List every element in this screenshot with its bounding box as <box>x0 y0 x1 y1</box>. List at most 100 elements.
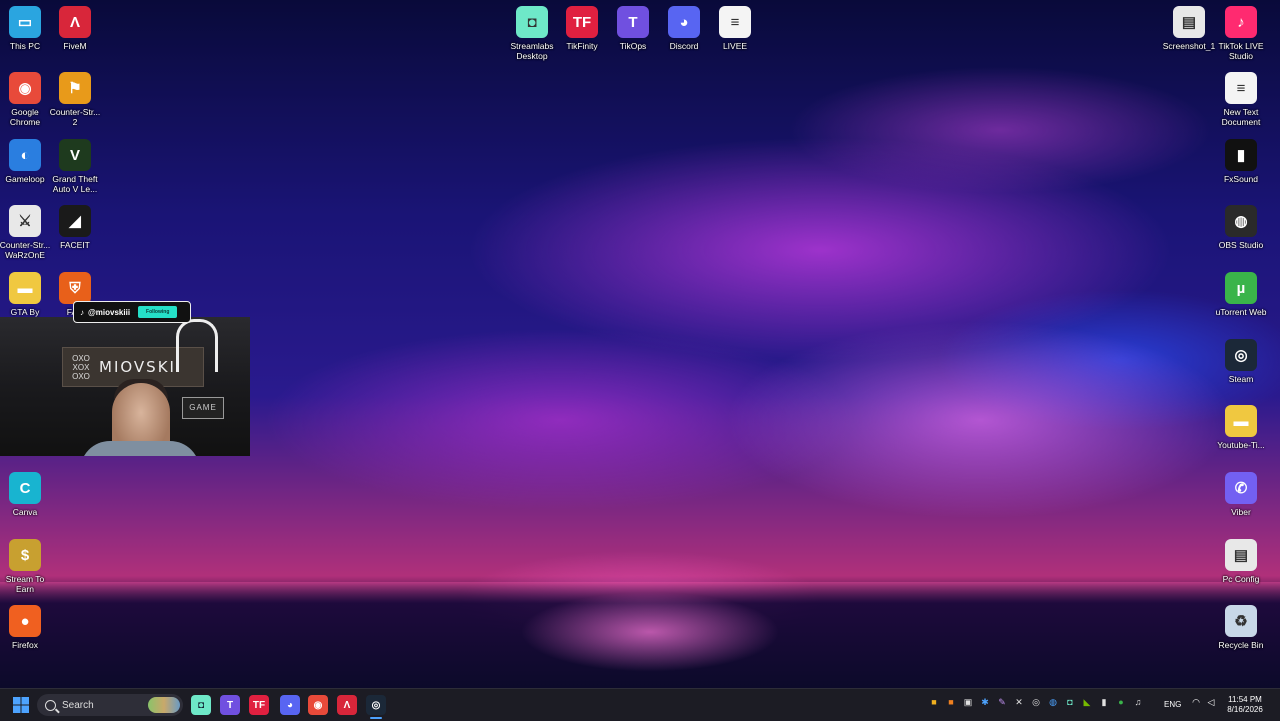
gta-v-icon: V <box>59 139 91 171</box>
desktop-shortcut[interactable]: ▤ Pc Config <box>1214 539 1268 584</box>
steam-icon[interactable]: ◎ <box>366 695 386 715</box>
tiktok-logo-icon: ♪ <box>80 307 84 317</box>
icon-glyph: ◐ <box>20 146 30 164</box>
shortcut-label: FACEIT <box>60 240 90 250</box>
streamlabs-icon[interactable]: ◘ <box>191 695 211 715</box>
game-sign: GAME <box>182 397 224 419</box>
webcam-overlay: OXO XOX OXO MIOVSKI GAME <box>0 317 250 456</box>
icon-glyph: ▤ <box>1233 547 1249 564</box>
icon-glyph: ● <box>20 612 30 630</box>
desktop-shortcut[interactable]: ● Firefox <box>0 605 52 650</box>
screenshot-file-icon: ▤ <box>1173 6 1205 38</box>
search-highlight-icon <box>148 697 180 713</box>
audio-levels-icon[interactable]: ▮ <box>1098 696 1110 708</box>
desktop-shortcut[interactable]: $ Stream To Earn <box>0 539 52 594</box>
shortcut-label: TikOps <box>619 41 647 51</box>
shortcut-label: Gameloop <box>5 174 45 184</box>
wallpaper-horizon <box>0 582 1280 688</box>
monitor-icon: ▭ <box>9 6 41 38</box>
desktop-shortcut[interactable]: ▬ Youtube-Ti... <box>1214 405 1268 450</box>
desktop-shortcut[interactable]: ▭ This PC <box>0 6 52 51</box>
faceit-icon: ◢ <box>59 205 91 237</box>
desktop-shortcut[interactable]: ▮ FxSound <box>1214 139 1268 184</box>
volume-icon[interactable]: ◁ <box>1205 696 1217 708</box>
steam-tray-icon[interactable]: ◎ <box>1030 696 1042 708</box>
desktop-shortcut[interactable]: ⚔ Counter-Str... WaRzOnE <box>0 205 52 260</box>
desktop-shortcut[interactable]: V Grand Theft Auto V Le... <box>48 139 102 194</box>
taskbar-clock[interactable]: 11:54 PM 8/16/2026 <box>1225 695 1265 715</box>
status-dot-icon[interactable]: ● <box>1115 696 1127 708</box>
icon-glyph: ⚑ <box>68 80 82 97</box>
icon-glyph: ◢ <box>69 213 81 230</box>
headset-stand <box>176 319 218 372</box>
start-button[interactable] <box>11 695 31 715</box>
icon-glyph: ▬ <box>17 279 33 297</box>
stream-to-earn-icon: $ <box>9 539 41 571</box>
tikops-icon: T <box>617 6 649 38</box>
language-indicator[interactable]: ENG <box>1164 700 1181 709</box>
desktop-shortcut[interactable]: Λ FiveM <box>48 6 102 51</box>
obs-studio-icon: ◍ <box>1225 205 1257 237</box>
nvidia-icon[interactable]: ◣ <box>1081 696 1093 708</box>
desktop-shortcut[interactable]: ≡ New Text Document <box>1214 72 1268 127</box>
wifi-icon[interactable]: ◠ <box>1190 696 1202 708</box>
icon-glyph: ♪ <box>1237 13 1245 31</box>
microphone-icon[interactable]: ♫ <box>1132 696 1144 708</box>
desktop-shortcut[interactable]: ◍ OBS Studio <box>1214 205 1268 250</box>
desktop-shortcut[interactable]: C Canva <box>0 472 52 517</box>
bluetooth-icon[interactable]: ✱ <box>979 696 991 708</box>
chrome-icon[interactable]: ◉ <box>308 695 328 715</box>
icon-glyph: ⚔ <box>18 213 32 230</box>
viber-icon: ✆ <box>1225 472 1257 504</box>
fivem-icon[interactable]: Λ <box>337 695 357 715</box>
tray-app-icon-1[interactable]: ■ <box>928 696 940 708</box>
shortcut-label: Viber <box>1231 507 1251 517</box>
taskbar-search[interactable]: Search <box>37 694 183 716</box>
windows-logo-icon <box>13 697 29 713</box>
icon-glyph: ▤ <box>1181 14 1197 31</box>
mute-icon[interactable]: ✕ <box>1013 696 1025 708</box>
tiktok-handle: @miovskiii <box>88 307 131 317</box>
network-app-icon[interactable]: ◍ <box>1047 696 1059 708</box>
fivem-icon: Λ <box>59 6 91 38</box>
desktop-shortcut[interactable]: TF TikFinity <box>555 6 609 51</box>
tray-app-icon-3[interactable]: ▣ <box>962 696 974 708</box>
shortcut-label: Counter-Str... WaRzOnE <box>0 240 51 260</box>
desktop-shortcut[interactable]: µ uTorrent Web <box>1214 272 1268 317</box>
desktop-shortcut[interactable]: ⚑ Counter-Str... 2 <box>48 72 102 127</box>
desktop-shortcut[interactable]: ▬ GTA By <box>0 272 52 317</box>
desktop-shortcut[interactable]: ◉ Google Chrome <box>0 72 52 127</box>
desktop-shortcut[interactable]: ◕ Discord <box>657 6 711 51</box>
desktop-shortcut[interactable]: ♻ Recycle Bin <box>1214 605 1268 650</box>
streamlabs-tray-icon[interactable]: ◘ <box>1064 696 1076 708</box>
desktop-shortcut[interactable]: ≡ LIVEE <box>708 6 762 51</box>
desktop-shortcut[interactable]: ♪ TikTok LIVE Studio <box>1214 6 1268 61</box>
steam-icon: ◎ <box>1225 339 1257 371</box>
discord-icon[interactable]: ◕ <box>280 695 300 715</box>
desktop-shortcut[interactable]: ◐ Gameloop <box>0 139 52 184</box>
tikops-icon[interactable]: T <box>220 695 240 715</box>
desktop-shortcut[interactable]: T TikOps <box>606 6 660 51</box>
pen-icon[interactable]: ✎ <box>996 696 1008 708</box>
desktop-shortcut[interactable]: ▤ Screenshot_1 <box>1162 6 1216 51</box>
desktop-shortcut[interactable]: ✆ Viber <box>1214 472 1268 517</box>
shortcut-label: TikFinity <box>566 41 598 51</box>
icon-glyph: V <box>69 146 80 164</box>
screenshot-file-icon: ▤ <box>1225 539 1257 571</box>
sign-name: MIOVSKI <box>99 358 176 376</box>
following-badge: Following <box>138 306 178 318</box>
tiktok-follow-tag: ♪ @miovskiii Following <box>73 301 191 323</box>
firefox-icon: ● <box>9 605 41 637</box>
desktop-shortcut[interactable]: ◎ Steam <box>1214 339 1268 384</box>
icon-glyph: ✆ <box>1234 480 1248 497</box>
desktop-shortcut[interactable]: ◢ FACEIT <box>48 205 102 250</box>
icon-glyph: ▬ <box>1233 412 1249 430</box>
icon-glyph: ◘ <box>527 13 537 31</box>
tray-app-icon-2[interactable]: ■ <box>945 696 957 708</box>
tikfinity-icon[interactable]: TF <box>249 695 269 715</box>
desktop-shortcut[interactable]: ◘ Streamlabs Desktop <box>505 6 559 61</box>
icon-glyph: ◍ <box>1234 213 1248 230</box>
counter-strike-2-icon: ⚑ <box>59 72 91 104</box>
text-document-icon: ≡ <box>1225 72 1257 104</box>
icon-glyph: T <box>628 13 638 31</box>
